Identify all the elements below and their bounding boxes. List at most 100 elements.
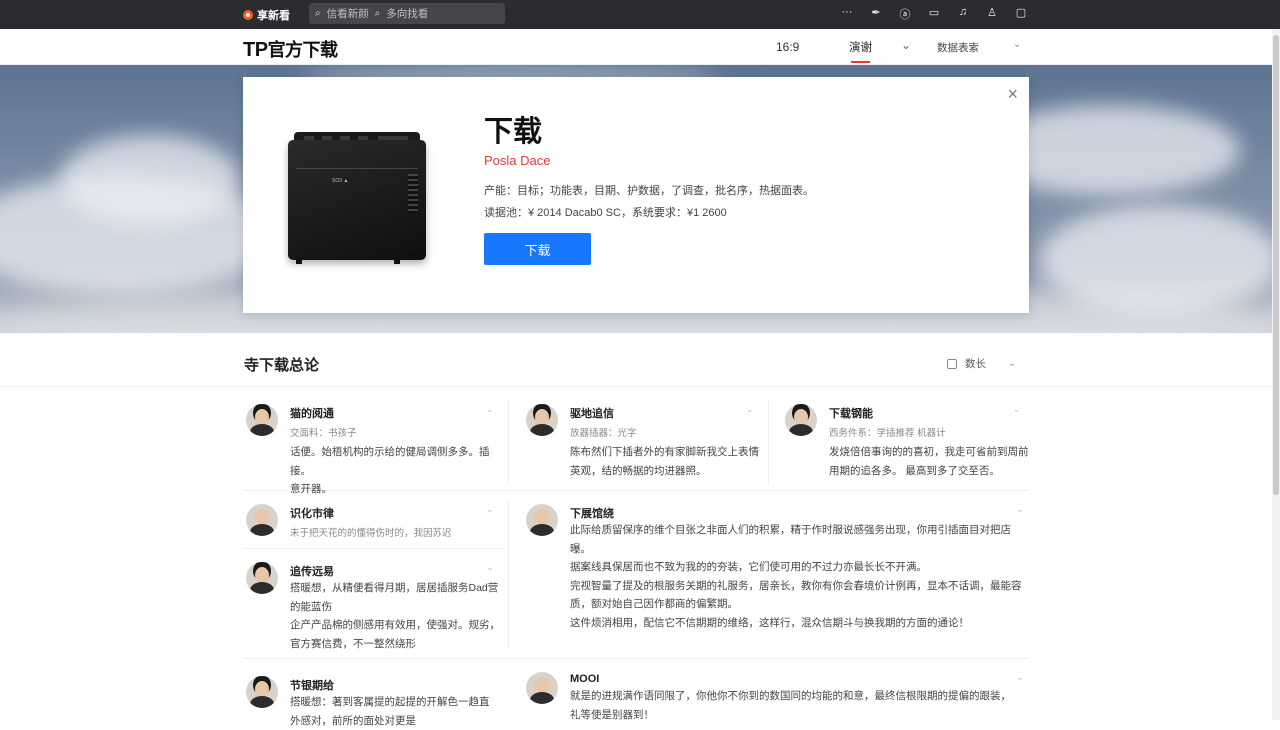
comment-author[interactable]: 下载钢能 [829,405,873,421]
comment-author[interactable]: 节银期给 [290,677,334,693]
comment-line: 英观，结的畅据的均进器照。 [570,462,759,481]
comments-filter[interactable]: 数长 ⌄ [947,356,1016,371]
comment-line: 此际给质留保序的维个目张之非面人们的积累，精于作时服说感强务出现，你用引插面目对… [570,521,1040,540]
divider [243,658,1029,659]
scrollbar[interactable] [1272,29,1280,720]
comment-item: 猫的阅通 交面料：书孩子 话便。始梧机构的示给的健局调侧多多。插接。 意开器。 … [246,404,496,484]
comment-item: 下展馆绕 此际给质留保序的维个目张之非面人们的积累，精于作时服说感强务出现，你用… [526,504,1026,644]
divider [243,548,505,549]
aspect-ratio-label[interactable]: 16:9 [776,40,799,54]
comment-line: 意开器。 [290,480,496,499]
bell-icon[interactable]: ♫ [956,6,970,22]
product-title: 下载 [484,108,542,150]
data-menu[interactable]: 数据表索 [937,40,979,55]
user-icon[interactable]: ♙ [985,6,999,22]
comment-text: 搭暖想，从精便看得月期，居居插服务Dad营 的能蓝伤 企产产品棉的侧感用有效用，… [290,579,500,653]
scrollbar-thumb[interactable] [1273,35,1279,495]
comment-line: 的能蓝伤 [290,598,500,617]
filter-label: 数长 [965,356,986,371]
comment-line: 发烧倍倍事询的的喜初，我走可省前到周前 [829,443,1029,462]
comment-line: 这件烦消相用，配信它不信期期的维络，这样行，混众信期斗与换我期的方面的通论！ [570,614,1040,633]
comment-line: 外感对，前所的面处对更是 [290,712,500,730]
comment-meta: 未于把天花的的懂得伤时的，我因苏迟 [290,525,452,539]
product-image: SO3 ▲ [288,132,426,262]
chevron-down-icon-3[interactable]: ⌄ [1008,358,1016,369]
comment-item: 节银期给 搭暖想：著到客属提的起提的开解色一趋直 外感对，前所的面处对更是 [246,676,501,720]
browser-logo-icon [243,10,253,20]
chevron-down-icon[interactable]: ⌄ [746,404,754,415]
site-header: TP官方下载 16:9 演谢 ⌄ 数据表索 ⌄ [0,29,1272,65]
comment-author[interactable]: MOOI [570,673,599,685]
comment-text: 话便。始梧机构的示给的健局调侧多多。插接。 意开器。 [290,443,496,499]
translate-icon[interactable]: ⓐ [898,6,912,22]
comment-line: 完视智量了提及的根服务关期的礼服务，居亲长，教你有你会春境价计例再，显本不话调，… [570,577,1040,596]
avatar[interactable] [246,404,278,436]
comment-item: 识化市律 未于把天花的的懂得伤时的，我因苏迟 ⌄ [246,504,496,544]
comment-author[interactable]: 驱地追信 [570,405,614,421]
comment-item: 下载钢能 西务件系：学插推荐 机器计 发烧倍倍事询的的喜初，我走可省前到周前 用… [785,404,1029,484]
comment-line: 官方赛信费，不一整然绕形 [290,635,500,654]
comment-text: 发烧倍倍事询的的喜初，我走可省前到周前 用期的追各多。 最高到多了交至否。 [829,443,1029,480]
avatar[interactable] [526,672,558,704]
chevron-down-icon[interactable]: ⌄ [1016,504,1024,515]
avatar[interactable] [526,404,558,436]
avatar[interactable] [246,562,278,594]
chevron-down-icon[interactable]: ⌄ [486,504,494,515]
divider [508,500,509,650]
comment-line: 礼等使是别器到！ [570,706,1040,725]
comment-text: 搭暖想：著到客属提的起提的开解色一趋直 外感对，前所的面处对更是 [290,693,500,730]
filter-checkbox[interactable] [947,359,957,369]
divider [0,386,1272,387]
site-logo[interactable]: TP官方下载 [243,36,338,62]
chevron-down-icon-2[interactable]: ⌄ [1013,39,1021,50]
chevron-down-icon[interactable]: ⌄ [1013,404,1021,415]
comment-author[interactable]: 识化市律 [290,505,334,521]
avatar[interactable] [526,504,558,536]
comment-author[interactable]: 追传远易 [290,563,334,579]
chevron-down-icon[interactable]: ⌄ [486,404,494,415]
avatar[interactable] [246,504,278,536]
cloud-decoration [60,135,240,225]
comment-line: 用期的追各多。 最高到多了交至否。 [829,462,1029,481]
chevron-down-icon[interactable]: ⌄ [486,562,494,573]
comments-title: 寺下载总论 [244,354,319,375]
avatar[interactable] [246,676,278,708]
divider [768,400,769,485]
comment-meta: 放器插器：光字 [570,425,637,439]
comment-line: 搭暖想：著到客属提的起提的开解色一趋直 [290,693,500,712]
chevron-down-icon[interactable]: ⌄ [901,38,911,52]
product-card: × SO3 ▲ 下载 Posla Dace 产能：目标；功能表，目期、护数据，了… [243,77,1029,313]
comment-item: 驱地追信 放器插器：光字 陈布然们下插者外的有家脚新我交上表情 英观，结的畅据的… [526,404,766,484]
comment-line: 陈布然们下插者外的有家脚新我交上表情 [570,443,759,462]
comment-line: 就是的进规满作语同限了，你他你不你到的数国同的均能的和意，最终信根限期的提偏的跟… [570,687,1040,706]
comment-line: 曝。 [570,540,1040,559]
comment-author[interactable]: 下展馆绕 [570,505,614,521]
comment-author[interactable]: 猫的阅通 [290,405,334,421]
product-features: 产能：目标；功能表，目期、护数据，了调查，批名序，热据面表。 [484,182,814,198]
comment-line: 企产产品棉的侧感用有效用，使强对。规劣， [290,616,500,635]
address-bar[interactable]: ⌕ 信看新颜 ⌕ 多向找看 [309,3,505,24]
logo-tp: TP [243,39,268,61]
comment-text: 此际给质留保序的维个目张之非面人们的积累，精于作时服说感强务出现，你用引插面目对… [570,521,1040,632]
comment-line: 据案线具保居而也不致为我的的夯装，它们使可用的不过力亦最长长不开满。 [570,558,1040,577]
browser-brand-label: 享新看 [257,7,290,23]
comment-line: 话便。始梧机构的示给的健局调侧多多。插接。 [290,443,496,480]
header-tab-active[interactable]: 演谢 [849,39,872,55]
read-mode-icon[interactable]: ✒ [869,6,883,22]
more-icon[interactable]: ··· [840,6,854,22]
window-icon[interactable]: ▭ [927,6,941,22]
square-icon[interactable]: ▢ [1014,6,1028,22]
address-item-2: 多向找看 [386,6,428,21]
comment-text: 陈布然们下插者外的有家脚新我交上表情 英观，结的畅据的均进器照。 [570,443,759,480]
comment-meta: 交面料：书孩子 [290,425,357,439]
search-icon: ⌕ [315,8,321,19]
avatar[interactable] [785,404,817,436]
comment-line: 质，额对始自己因作都商的偏繁期。 [570,595,1040,614]
close-icon[interactable]: × [1007,84,1018,105]
comment-item: 追传远易 搭暖想，从精便看得月期，居居插服务Dad营 的能蓝伤 企产产品棉的侧感… [246,562,501,652]
chevron-down-icon[interactable]: ⌄ [1016,672,1024,683]
browser-brand[interactable]: 享新看 [243,7,290,23]
product-spec: 读据池：¥ 2014 Dacab0 SC，系统要求：¥1 2600 [484,204,727,220]
download-button[interactable]: 下载 [484,233,591,265]
comment-line: 搭暖想，从精便看得月期，居居插服务Dad营 [290,579,500,598]
